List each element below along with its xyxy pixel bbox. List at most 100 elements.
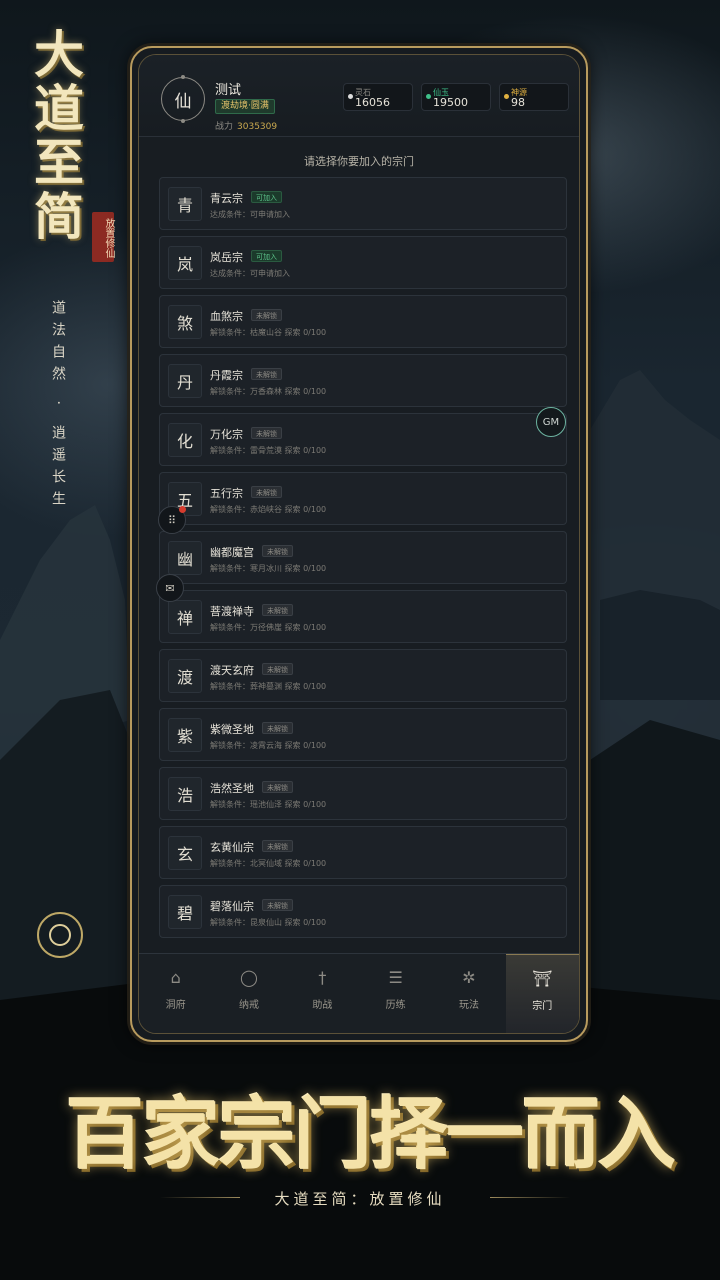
sect-status-badge: 未解锁	[262, 840, 293, 852]
resource-jade[interactable]: 仙玉 19500	[421, 83, 491, 111]
sect-status-badge: 未解锁	[262, 899, 293, 911]
sect-status-badge: 可加入	[251, 250, 282, 262]
power-value: 3035309	[237, 122, 278, 132]
sect-row[interactable]: 渡渡天玄府 未解锁 解锁条件：葬神墓渊 探索 0/100	[159, 649, 567, 702]
nav-tab-label: 玩法	[458, 1000, 479, 1011]
sect-condition: 达成条件：可申请加入	[210, 210, 290, 219]
ring-icon: ◯	[240, 968, 258, 987]
sect-condition: 解锁条件：枯魔山谷 探索 0/100	[210, 328, 327, 337]
grid-icon: ⠿	[167, 513, 177, 527]
combat-power: 战力 3035309	[215, 119, 277, 132]
sect-emblem: 禅	[168, 600, 202, 634]
logo-char: 大	[34, 25, 84, 84]
sect-condition: 解锁条件：瑶池仙泽 探索 0/100	[210, 800, 327, 809]
nav-tab[interactable]: † 助战	[286, 954, 359, 1033]
game-panel: 仙 测试 渡劫境·圆满 战力 3035309 灵石 16056 仙玉 19500 …	[138, 54, 580, 1034]
spirit-stone-icon	[348, 94, 353, 99]
player-name: 测试	[215, 83, 242, 98]
sect-emblem: 化	[168, 423, 202, 457]
sect-row[interactable]: 丹丹霞宗 未解锁 解锁条件：万香森林 探索 0/100	[159, 354, 567, 407]
sect-name: 碧落仙宗	[210, 900, 254, 913]
sect-row[interactable]: 煞血煞宗 未解锁 解锁条件：枯魔山谷 探索 0/100	[159, 295, 567, 348]
sect-name: 万化宗	[210, 428, 243, 441]
nav-tab-label: 宗门	[532, 1001, 553, 1012]
nav-tab[interactable]: ☰ 历练	[359, 954, 432, 1033]
sect-condition: 达成条件：可申请加入	[210, 269, 290, 278]
chat-button[interactable]: ✉	[156, 574, 184, 602]
scroll-icon: ☰	[388, 968, 403, 987]
sect-name: 岚岳宗	[210, 251, 243, 264]
sect-name: 五行宗	[210, 487, 243, 500]
power-label: 战力	[215, 122, 234, 132]
notification-dot	[179, 506, 186, 513]
player-header: 仙 测试 渡劫境·圆满 战力 3035309 灵石 16056 仙玉 19500 …	[139, 55, 579, 137]
sect-row[interactable]: 禅菩渡禅寺 未解锁 解锁条件：万径佛崖 探索 0/100	[159, 590, 567, 643]
sect-condition: 解锁条件：昆泉仙山 探索 0/100	[210, 918, 327, 927]
sect-status-badge: 可加入	[251, 191, 282, 203]
sect-name: 紫微圣地	[210, 723, 254, 736]
sect-row[interactable]: 浩浩然圣地 未解锁解锁条件：瑶池仙泽 探索 0/100	[159, 767, 567, 820]
menu-grid-button[interactable]: ⠿	[158, 506, 186, 534]
sect-emblem: 青	[168, 187, 202, 221]
sect-status-badge: 未解锁	[262, 781, 293, 793]
sect-row[interactable]: 化万化宗 未解锁 解锁条件：雷骨荒漠 探索 0/100	[159, 413, 567, 466]
sect-emblem: 幽	[168, 541, 202, 575]
sect-row[interactable]: 岚岚岳宗 可加入达成条件：可申请加入	[159, 236, 567, 289]
sect-condition: 解锁条件：寒月冰川 探索 0/100	[210, 564, 327, 573]
sect-status-badge: 未解锁	[251, 309, 282, 321]
logo-char: 道	[34, 79, 84, 138]
sect-name: 菩渡禅寺	[210, 605, 254, 618]
sect-condition: 解锁条件：赤焰峡谷 探索 0/100	[210, 505, 327, 514]
compass-icon: ✲	[462, 968, 476, 987]
nav-tab[interactable]: ✲ 玩法	[432, 954, 505, 1033]
logo-char: 至	[34, 133, 84, 192]
sect-emblem: 紫	[168, 718, 202, 752]
sect-status-badge: 未解锁	[262, 545, 293, 557]
sect-name: 幽都魔宫	[210, 546, 254, 559]
sword-icon: †	[318, 968, 327, 987]
nav-tab-label: 纳戒	[238, 1000, 259, 1011]
sect-name: 渡天玄府	[210, 664, 254, 677]
resource-value: 98	[511, 96, 525, 109]
side-poem: 道法自然 · 逍遥长生	[50, 300, 66, 514]
nav-tab[interactable]: ◯ 纳戒	[212, 954, 285, 1033]
sect-status-badge: 未解锁	[251, 486, 282, 498]
realm-badge: 渡劫境·圆满	[215, 99, 275, 114]
chat-icon: ✉	[165, 581, 175, 595]
nav-tab[interactable]: ⌂ 洞府	[139, 954, 212, 1033]
bottom-nav: ⌂ 洞府 ◯ 纳戒 † 助战 ☰ 历练 ✲ 玩法 ⛩ 宗门	[139, 953, 579, 1033]
divine-source-icon	[504, 94, 509, 99]
sect-row[interactable]: 幽幽都魔宫 未解锁解锁条件：寒月冰川 探索 0/100	[159, 531, 567, 584]
resource-divine-source[interactable]: 神源 98	[499, 83, 569, 111]
sect-name: 浩然圣地	[210, 782, 254, 795]
sect-emblem: 浩	[168, 777, 202, 811]
nav-tab[interactable]: ⛩ 宗门	[505, 954, 579, 1033]
gm-button[interactable]: GM	[536, 407, 566, 437]
avatar[interactable]: 仙	[161, 75, 205, 123]
sect-status-badge: 未解锁	[251, 368, 282, 380]
sect-condition: 解锁条件：雷骨荒漠 探索 0/100	[210, 446, 327, 455]
sect-list: 青青云宗 可加入 达成条件：可申请加入岚岚岳宗 可加入 达成条件：可申请加入煞血煞宗 未解…	[159, 177, 567, 944]
sect-row[interactable]: 紫紫微圣地 未解锁 解锁条件：凌霄云海 探索 0/100	[159, 708, 567, 761]
sect-emblem: 岚	[168, 246, 202, 280]
resource-value: 16056	[355, 96, 390, 109]
sect-condition: 解锁条件：葬神墓渊 探索 0/100	[210, 682, 327, 691]
nav-tab-label: 洞府	[165, 1000, 186, 1011]
sect-row[interactable]: 五五行宗 未解锁 解锁条件：赤焰峡谷 探索 0/100	[159, 472, 567, 525]
red-seal: 放置修仙	[92, 212, 114, 262]
house-icon: ⌂	[170, 968, 181, 987]
nav-tab-label: 助战	[312, 1000, 333, 1011]
sect-name: 玄黄仙宗	[210, 841, 254, 854]
sect-emblem: 渡	[168, 659, 202, 693]
resource-value: 19500	[433, 96, 468, 109]
sect-name: 青云宗	[210, 192, 243, 205]
sect-row[interactable]: 碧碧落仙宗 未解锁 解锁条件：昆泉仙山 探索 0/100	[159, 885, 567, 938]
sect-status-badge: 未解锁	[262, 722, 293, 734]
sect-row[interactable]: 青青云宗 可加入达成条件：可申请加入	[159, 177, 567, 230]
resource-spirit-stone[interactable]: 灵石 16056	[343, 83, 413, 111]
sect-condition: 解锁条件：万径佛崖 探索 0/100	[210, 623, 327, 632]
sect-condition: 解锁条件：万香森林 探索 0/100	[210, 387, 327, 396]
sect-row[interactable]: 玄玄黄仙宗 未解锁 解锁条件：北冥仙域 探索 0/100	[159, 826, 567, 879]
jade-icon	[426, 94, 431, 99]
sect-name: 丹霞宗	[210, 369, 243, 382]
